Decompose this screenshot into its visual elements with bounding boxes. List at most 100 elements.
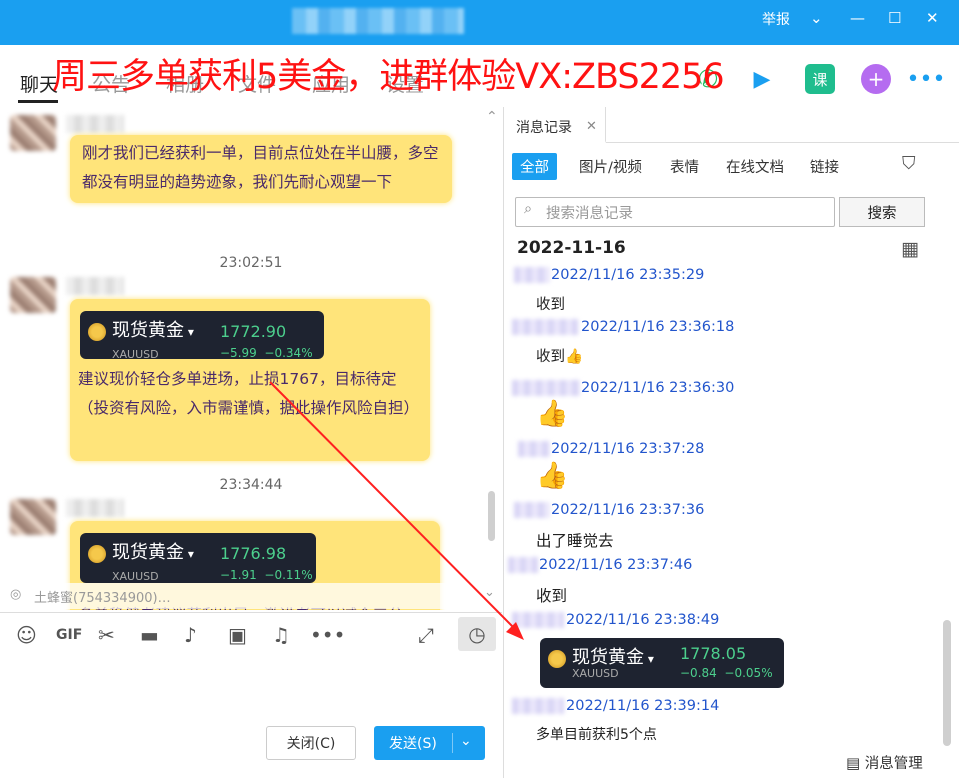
entry-timestamp[interactable]: 2022/11/16 23:38:49 (566, 612, 719, 628)
sender-name-blurred (66, 115, 124, 133)
minimize-icon[interactable]: — (850, 9, 865, 27)
message-bubble: 现货黄金 XAUUSD 1772.90 −5.99 −0.34% 建议现价轻仓多… (70, 299, 430, 461)
sender-name-blurred (514, 267, 550, 283)
input-toolbar: ☺ GIF ✂ ▬ ♪ ▣ ♫ ••• ⤢ ◷ (0, 612, 502, 656)
entry-timestamp[interactable]: 2022/11/16 23:37:28 (551, 441, 704, 457)
scissors-icon[interactable]: ✂ (98, 623, 115, 647)
entry-timestamp[interactable]: 2022/11/16 23:39:14 (566, 698, 719, 714)
sender-name-blurred (514, 502, 550, 518)
message-management-button[interactable]: ▤ 消息管理 (846, 752, 923, 773)
send-label: 发送(S) (389, 736, 437, 752)
entry-text: 收到 (536, 587, 568, 605)
sender-name-blurred (66, 499, 124, 517)
filter-links[interactable]: 链接 (802, 153, 847, 180)
search-button[interactable]: 搜索 (839, 197, 925, 227)
gif-icon[interactable]: GIF (56, 627, 82, 643)
history-icon[interactable]: ◷ (458, 617, 496, 651)
time-divider: 23:34:44 (219, 477, 283, 493)
entry-text: 收到👍 (536, 349, 584, 365)
entry-timestamp[interactable]: 2022/11/16 23:35:29 (551, 267, 704, 283)
notice-text: 土蜂蜜(754334900)… (34, 591, 171, 606)
close-tab-icon[interactable]: ✕ (586, 119, 597, 134)
chevron-down-icon[interactable]: ⌄ (460, 733, 472, 749)
filter-media[interactable]: 图片/视频 (571, 153, 650, 180)
video-icon[interactable]: ▶ (747, 64, 777, 94)
chat-message-area[interactable]: ⌃ 刚才我们已经获利一单，目前点位处在半山腰，多空都没有明显的趋势迹象，我们先耐… (0, 107, 502, 610)
sender-name-blurred (508, 557, 538, 573)
title-bar: 举报 ⌄ — ☐ ✕ (0, 0, 959, 45)
sender-name-blurred (512, 319, 578, 335)
card-change: −5.99 −0.34% (220, 346, 313, 360)
filter-all[interactable]: 全部 (512, 153, 557, 180)
entry-timestamp[interactable]: 2022/11/16 23:37:46 (539, 557, 692, 573)
entry-timestamp[interactable]: 2022/11/16 23:37:36 (551, 502, 704, 518)
message-bubble: 刚才我们已经获利一单，目前点位处在半山腰，多空都没有明显的趋势迹象，我们先耐心观… (70, 135, 452, 203)
message-text: 建议现价轻仓多单进场，止损1767，目标待定（投资有风险，入市需谨慎，据此操作风… (78, 370, 420, 417)
message-management-label: 消息管理 (864, 756, 923, 772)
message-text: 刚才我们已经获利一单，目前点位处在半山腰，多空都没有明显的趋势迹象，我们先耐心观… (82, 144, 439, 191)
gold-price-card[interactable]: 现货黄金 XAUUSD 1772.90 −5.99 −0.34% (80, 311, 324, 361)
sender-name-blurred (518, 441, 550, 457)
emoji-icon[interactable]: ☺ (16, 623, 37, 647)
card-name: 现货黄金 (572, 643, 654, 669)
more-icon[interactable]: ••• (310, 623, 345, 647)
collapse-icon[interactable]: ⌃ (486, 109, 498, 125)
group-name-blurred (292, 8, 464, 34)
overlay-ad-text: 周三多单获利5美金，进群体验VX:ZBS2256 (52, 57, 725, 97)
gold-coin-icon (548, 650, 566, 668)
filter-docs[interactable]: 在线文档 (718, 153, 792, 180)
date-heading: 2022-11-16 (517, 238, 626, 258)
close-icon[interactable]: ✕ (926, 9, 939, 27)
card-symbol: XAUUSD (572, 667, 619, 680)
entry-sticker: 👍 (536, 399, 569, 429)
lesson-icon[interactable]: 课 (805, 64, 835, 94)
chat-scrollbar[interactable] (488, 491, 495, 541)
sender-name-blurred (512, 612, 564, 628)
bell-icon[interactable]: ♫ (272, 623, 290, 647)
history-tab-label: 消息记录 (516, 120, 572, 136)
collapse-notice-icon[interactable]: ⌄ (484, 585, 495, 600)
more-icon[interactable]: ••• (907, 64, 946, 94)
entry-sticker: 👍 (536, 461, 569, 491)
gold-price-card[interactable]: 现货黄金 XAUUSD 1778.05 −0.84 −0.05% (540, 638, 784, 688)
gold-price-card[interactable]: 现货黄金 XAUUSD 1776.98 −1.91 −0.11% (80, 533, 316, 583)
avatar[interactable] (10, 115, 56, 151)
sender-name-blurred (512, 380, 580, 396)
add-app-icon[interactable]: + (861, 64, 891, 94)
message-input[interactable] (0, 656, 502, 720)
calendar-icon[interactable]: ▦ (901, 238, 919, 260)
filter-icon[interactable]: ⛉ (902, 153, 916, 174)
send-button[interactable]: 发送(S) ⌄ (374, 726, 485, 760)
gold-coin-icon (88, 323, 106, 341)
message-history-panel: 消息记录 ✕ 全部 图片/视频 表情 在线文档 链接 ⛉ ⌕ 搜索消息记录 搜索… (503, 107, 959, 778)
entry-text: 多单目前获利5个点 (536, 727, 657, 743)
sender-name-blurred (512, 698, 564, 714)
avatar[interactable] (10, 277, 56, 313)
voice-icon[interactable]: ♪ (184, 623, 197, 647)
entry-text: 收到 (536, 297, 565, 313)
entry-timestamp[interactable]: 2022/11/16 23:36:18 (581, 319, 734, 335)
image-icon[interactable]: ▣ (228, 623, 247, 647)
filter-stickers[interactable]: 表情 (662, 153, 707, 180)
notice-bar[interactable]: ◎ 土蜂蜜(754334900)… ⌄ (0, 583, 502, 609)
history-scrollbar[interactable] (943, 620, 951, 746)
chevron-down-icon[interactable]: ⌄ (810, 9, 823, 27)
notice-icon: ◎ (10, 587, 22, 602)
gold-coin-icon (88, 545, 106, 563)
sender-name-blurred (66, 277, 124, 295)
report-button[interactable]: 举报 (762, 9, 790, 29)
maximize-icon[interactable]: ☐ (888, 9, 901, 27)
time-divider: 23:02:51 (219, 255, 283, 271)
close-button[interactable]: 关闭(C) (266, 726, 356, 760)
expand-icon[interactable]: ⤢ (418, 623, 434, 647)
active-tab-indicator (18, 100, 58, 103)
search-icon: ⌕ (524, 201, 533, 217)
folder-icon[interactable]: ▬ (140, 623, 159, 647)
history-tab[interactable]: 消息记录 ✕ (504, 107, 606, 143)
entry-timestamp[interactable]: 2022/11/16 23:36:30 (581, 380, 734, 396)
avatar[interactable] (10, 499, 56, 535)
search-input[interactable]: ⌕ 搜索消息记录 (515, 197, 835, 227)
entry-text: 出了睡觉去 (536, 532, 614, 550)
search-placeholder: 搜索消息记录 (546, 206, 633, 222)
card-change: −0.84 −0.05% (680, 666, 773, 680)
